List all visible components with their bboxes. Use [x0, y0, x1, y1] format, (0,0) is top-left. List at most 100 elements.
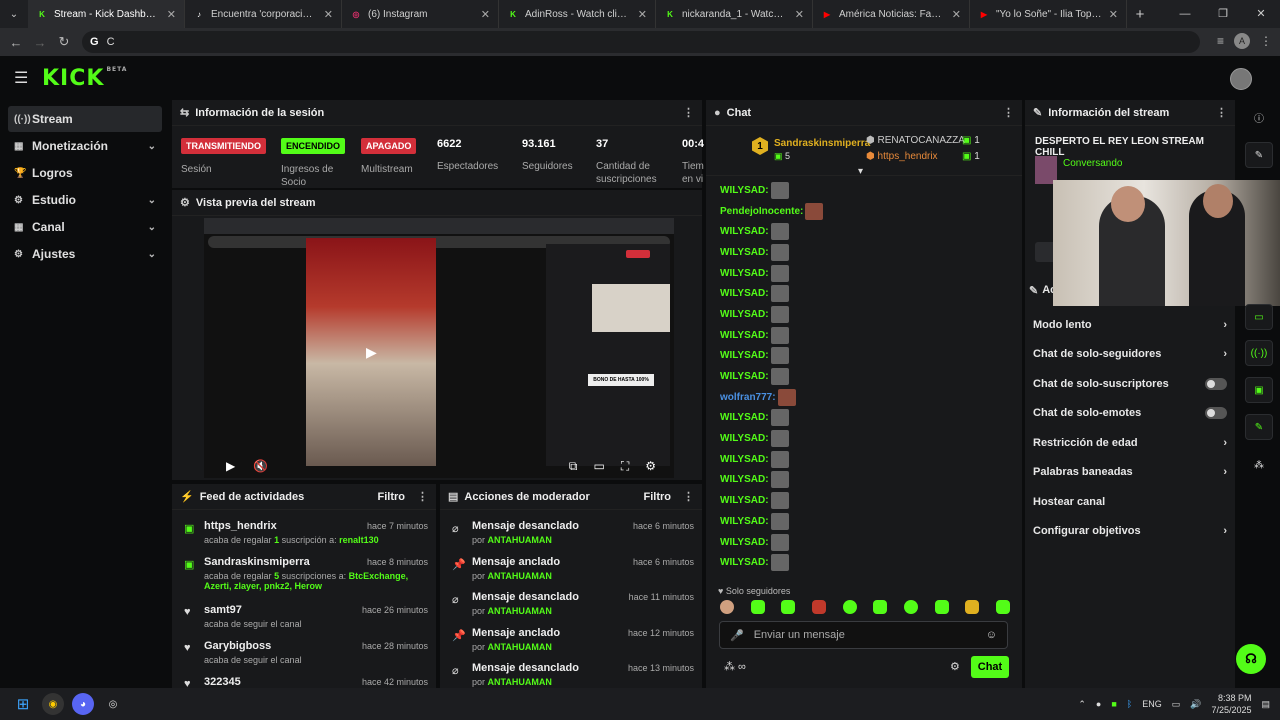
chat-username[interactable]: WILYSAD:	[720, 330, 769, 341]
tray-chevron-icon[interactable]: ⌃	[1078, 699, 1086, 710]
chat-message[interactable]: WILYSAD:	[706, 304, 1022, 325]
chat-message[interactable]: WILYSAD:	[706, 366, 1022, 387]
emote-6[interactable]	[873, 600, 888, 614]
tab-close-icon[interactable]: ✕	[1109, 8, 1118, 21]
chat-message[interactable]: WILYSAD:	[706, 428, 1022, 449]
gifter-3[interactable]: ⬢ https_hendrix	[866, 151, 938, 162]
chat-message[interactable]: WILYSAD:	[706, 408, 1022, 429]
emote-1[interactable]	[720, 600, 734, 614]
chat-message[interactable]: WILYSAD:	[706, 449, 1022, 470]
tab-search-button[interactable]: ⌄	[0, 0, 28, 28]
hamburger-icon[interactable]: ☰	[14, 68, 34, 88]
tab-close-icon[interactable]: ✕	[324, 8, 333, 21]
feed-filter-button[interactable]: Filtro	[378, 491, 406, 503]
chat-message[interactable]: WILYSAD:	[706, 532, 1022, 553]
close-window-icon[interactable]: ✕	[1242, 0, 1280, 28]
feed-item[interactable]: ♥ 322345 hace 42 minutos	[172, 672, 436, 688]
chat-message[interactable]: wolfran777:	[706, 387, 1022, 408]
address-input[interactable]: G C	[82, 31, 1200, 53]
chevron-right-icon[interactable]: ›	[1223, 525, 1227, 537]
chat-username[interactable]: PendejoInocente:	[720, 206, 803, 217]
chat-menu-icon[interactable]: ⋮	[1003, 106, 1014, 119]
emote-5[interactable]	[842, 600, 857, 614]
browser-menu-icon[interactable]: ⋮	[1260, 34, 1272, 48]
emote-4[interactable]	[811, 600, 826, 614]
fullscreen-icon[interactable]: ⛶	[621, 459, 629, 474]
chat-tool-icon[interactable]: ▭	[1245, 304, 1273, 330]
browser-tab[interactable]: K AdinRoss - Watch clips on Kick ✕	[499, 0, 656, 28]
tray-volume-icon[interactable]: 🔊	[1190, 699, 1201, 710]
chat-message[interactable]: WILYSAD:	[706, 263, 1022, 284]
emote-2[interactable]	[750, 600, 765, 614]
reload-icon[interactable]: ↻	[52, 34, 76, 50]
mod-action-item[interactable]: ⌀ Mensaje desanclado hace 6 minutos por ANT…	[440, 516, 702, 552]
pip-icon[interactable]: ⧉	[569, 459, 578, 474]
sidebar-item-canal[interactable]: ▦ Canal ⌄	[8, 214, 162, 240]
send-chat-button[interactable]: Chat	[971, 656, 1009, 678]
mod-action-item[interactable]: ⌀ Mensaje desanclado hace 11 minutos por AN…	[440, 587, 702, 623]
browser-tab[interactable]: Knickaranda_1 - Watch clips on K ✕	[656, 0, 813, 28]
mod-action-item[interactable]: 📌 Mensaje anclado hace 6 minutos por ANTAHU…	[440, 552, 702, 588]
chat-message[interactable]: WILYSAD:	[706, 325, 1022, 346]
chat-message[interactable]: WILYSAD:	[706, 470, 1022, 491]
sidebar-item-estudio[interactable]: ⚙ Estudio ⌄	[8, 187, 162, 213]
taskbar-clock[interactable]: 8:38 PM 7/25/2025	[1211, 692, 1251, 716]
chat-username[interactable]: WILYSAD:	[720, 350, 769, 361]
support-headset-icon[interactable]: ☊	[1236, 644, 1266, 674]
chat-message[interactable]: WILYSAD:	[706, 221, 1022, 242]
chrome-taskbar-icon[interactable]: ◉	[42, 693, 64, 715]
video-tool-icon[interactable]: ▣	[1245, 377, 1273, 403]
chat-settings-icon[interactable]: ⚙	[950, 660, 960, 673]
new-tab-button[interactable]: +	[1127, 6, 1153, 23]
chat-setting-row[interactable]: Palabras baneadas ›	[1025, 458, 1235, 488]
broadcast-tool-icon[interactable]: ((·))	[1245, 340, 1273, 366]
chat-username[interactable]: WILYSAD:	[720, 433, 769, 444]
chevron-down-icon[interactable]: ⌄	[148, 195, 156, 206]
maximize-icon[interactable]: ❐	[1204, 0, 1242, 28]
chat-message[interactable]: WILYSAD:	[706, 511, 1022, 532]
tab-close-icon[interactable]: ✕	[795, 8, 804, 21]
tray-network-icon[interactable]: ▭	[1172, 699, 1181, 710]
mod-menu-icon[interactable]: ⋮	[683, 490, 694, 503]
stream-info-menu-icon[interactable]: ⋮	[1216, 106, 1227, 119]
top-gifter-name[interactable]: Sandraskinsmiperra	[774, 138, 870, 149]
kick-logo[interactable]: KICK BETA	[42, 66, 127, 91]
feed-item[interactable]: ▣ https_hendrix hace 7 minutos acaba de reg…	[172, 516, 436, 552]
chat-setting-row[interactable]: Configurar objetivos ›	[1025, 517, 1235, 547]
chat-message[interactable]: WILYSAD:	[706, 242, 1022, 263]
info-tool-icon[interactable]: ⓘ	[1245, 104, 1273, 130]
chevron-down-icon[interactable]: ⌄	[148, 141, 156, 152]
expand-icon[interactable]: ▾	[858, 166, 863, 177]
profile-avatar[interactable]: A	[1234, 33, 1250, 49]
chevron-right-icon[interactable]: ›	[1223, 437, 1227, 449]
wrench-tool-icon[interactable]: ✎	[1245, 414, 1273, 440]
sidebar-item-ajustes[interactable]: ⚙ Ajustes ⌄	[8, 241, 162, 267]
mod-action-item[interactable]: ⌀ Mensaje desanclado hace 13 minutos por AN…	[440, 658, 702, 688]
chat-username[interactable]: WILYSAD:	[720, 185, 769, 196]
tab-close-icon[interactable]: ✕	[638, 8, 647, 21]
emote-7[interactable]	[903, 600, 918, 614]
chat-message[interactable]: WILYSAD:	[706, 490, 1022, 511]
stream-video[interactable]: ▶ BONO DE HASTA 100% ▶ 🔇 ⧉ ▭ ⛶ ⚙	[204, 218, 674, 478]
chat-input[interactable]: 🎤 Enviar un mensaje ☺	[719, 621, 1008, 649]
browser-tab[interactable]: K Stream - Kick Dashboard ✕	[28, 0, 185, 28]
mod-action-item[interactable]: 📌 Mensaje anclado hace 12 minutos por ANTAH…	[440, 623, 702, 659]
gifter-2[interactable]: ⬢ RENATOCANAZZA	[866, 135, 965, 146]
apps-tool-icon[interactable]: ⁂	[1245, 452, 1273, 478]
theater-icon[interactable]: ▭	[593, 459, 604, 473]
minimize-icon[interactable]: —	[1166, 0, 1204, 28]
chat-username[interactable]: WILYSAD:	[720, 557, 769, 568]
player-settings-icon[interactable]: ⚙	[645, 459, 656, 473]
chat-setting-row[interactable]: Modo lento ›	[1025, 310, 1235, 340]
chat-message[interactable]: WILYSAD:	[706, 180, 1022, 201]
feed-item[interactable]: ♥ samt97 hace 26 minutos acaba de seguir el…	[172, 600, 436, 636]
chat-setting-row[interactable]: Chat de solo-seguidores ›	[1025, 340, 1235, 370]
tray-bluetooth-icon[interactable]: ᛒ	[1127, 699, 1132, 709]
mic-icon[interactable]: 🎤	[730, 629, 744, 642]
chat-username[interactable]: WILYSAD:	[720, 247, 769, 258]
emoji-icon[interactable]: ☺	[986, 629, 997, 641]
discord-taskbar-icon[interactable]: ◕	[72, 693, 94, 715]
tray-app-icon[interactable]: ●	[1096, 699, 1101, 709]
stream-category[interactable]: Conversando	[1063, 158, 1122, 169]
user-avatar[interactable]	[1230, 68, 1252, 90]
